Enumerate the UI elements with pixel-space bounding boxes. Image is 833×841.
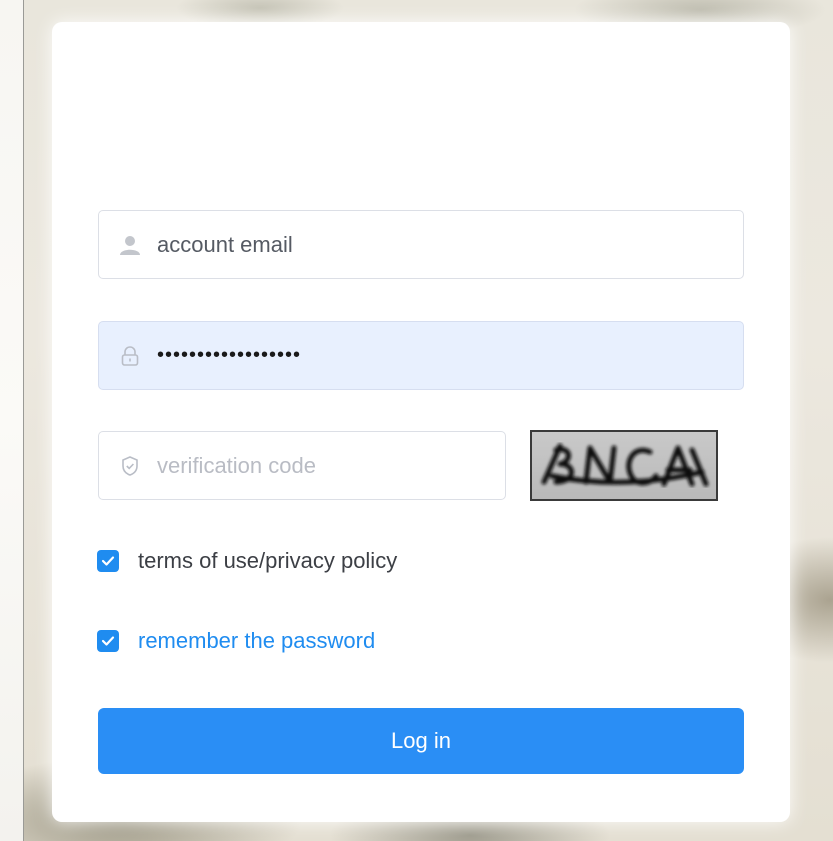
email-input[interactable] — [157, 211, 743, 278]
remember-password-row[interactable]: remember the password — [97, 628, 375, 654]
verification-code-field[interactable] — [98, 431, 506, 500]
password-input[interactable] — [157, 322, 743, 389]
terms-checkbox[interactable] — [97, 550, 119, 572]
checkmark-icon — [101, 636, 115, 646]
password-field[interactable] — [98, 321, 744, 390]
terms-label[interactable]: terms of use/privacy policy — [138, 548, 397, 574]
lock-icon — [115, 341, 145, 371]
checkmark-icon — [101, 556, 115, 566]
captcha-glyphs — [541, 443, 709, 487]
login-button[interactable]: Log in — [98, 708, 744, 774]
terms-checkbox-row[interactable]: terms of use/privacy policy — [97, 548, 397, 574]
user-icon — [115, 230, 145, 260]
verification-code-input[interactable] — [157, 432, 505, 499]
email-field[interactable] — [98, 210, 744, 279]
remember-password-checkbox[interactable] — [97, 630, 119, 652]
shield-icon — [115, 451, 145, 481]
captcha-image[interactable] — [530, 430, 718, 501]
remember-password-label[interactable]: remember the password — [138, 628, 375, 654]
window-frame-edge — [0, 0, 24, 841]
login-card: terms of use/privacy policy remember the… — [52, 22, 790, 822]
